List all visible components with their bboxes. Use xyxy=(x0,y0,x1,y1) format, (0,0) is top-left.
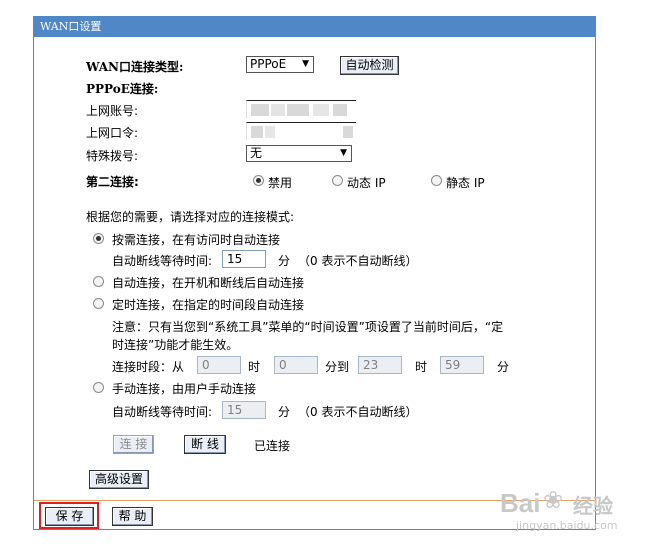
pppoe-section-label: PPPoE连接: xyxy=(86,82,159,96)
on-demand-label: 按需连接，在有访问时自动连接 xyxy=(112,233,281,247)
mode-prompt: 根据您的需要，请选择对应的连接模式: xyxy=(86,210,295,224)
period-label: 连接时段：从 xyxy=(112,360,185,374)
disconnect-button[interactable]: 断 线 xyxy=(184,435,226,454)
from-hour-input[interactable]: 0 xyxy=(197,356,241,374)
idle-time-unit-2: 分 xyxy=(278,405,291,419)
help-button[interactable]: 帮 助 xyxy=(112,507,153,526)
password-input[interactable] xyxy=(246,122,356,140)
from-min-input[interactable]: 0 xyxy=(274,356,318,374)
manual-connect-radio[interactable] xyxy=(93,382,104,393)
second-static-ip-radio[interactable] xyxy=(431,175,442,186)
to-hour-input[interactable]: 23 xyxy=(358,356,402,374)
idle-time-label-2: 自动断线等待时间: xyxy=(112,405,213,419)
connect-button[interactable]: 连 接 xyxy=(113,435,154,454)
paw-icon: ❀ xyxy=(543,486,564,514)
second-disabled-radio[interactable] xyxy=(253,175,264,186)
chevron-down-icon: ▼ xyxy=(302,59,309,69)
to-min-input[interactable]: 59 xyxy=(440,356,484,374)
timed-note-line2: 时连接”功能才能生效。 xyxy=(112,338,239,352)
second-connection-label: 第二连接: xyxy=(86,175,139,189)
to-hour-unit: 时 xyxy=(415,360,428,374)
timed-connect-label: 定时连接，在指定的时间段自动连接 xyxy=(112,298,305,312)
timed-connect-radio[interactable] xyxy=(93,298,104,309)
wan-type-label: WAN口连接类型: xyxy=(86,60,184,74)
auto-connect-label: 自动连接，在开机和断线后自动连接 xyxy=(112,276,305,290)
wan-type-value: PPPoE xyxy=(250,57,287,71)
second-dynamic-ip-label: 动态 IP xyxy=(347,176,386,190)
auto-detect-button[interactable]: 自动检测 xyxy=(340,56,399,75)
username-input[interactable] xyxy=(246,100,356,118)
watermark-brand: Bai xyxy=(500,488,541,518)
special-dial-label: 特殊拨号: xyxy=(86,149,139,163)
special-dial-value: 无 xyxy=(250,146,263,160)
panel-title: WAN口设置 xyxy=(34,17,595,37)
period-to-label: 分到 xyxy=(325,360,350,374)
auto-connect-radio[interactable] xyxy=(93,276,104,287)
wan-type-select[interactable]: PPPoE ▼ xyxy=(246,56,314,73)
watermark-url: jingyan.baidu.com xyxy=(516,519,618,532)
idle-time-note: （0 表示不自动断线） xyxy=(298,254,418,268)
watermark-brand-2: 经验 xyxy=(573,494,613,518)
special-dial-select[interactable]: 无 ▼ xyxy=(246,145,352,162)
idle-time-note-2: （0 表示不自动断线） xyxy=(298,405,418,419)
second-disabled-label: 禁用 xyxy=(268,176,293,190)
to-min-unit: 分 xyxy=(497,360,510,374)
timed-note-line1: 注意：只有当您到“系统工具”菜单的“时间设置”项设置了当前时间后，“定 xyxy=(112,320,504,334)
password-label: 上网口令: xyxy=(86,126,139,140)
idle-time-label: 自动断线等待时间: xyxy=(112,254,213,268)
manual-connect-label: 手动连接，由用户手动连接 xyxy=(112,382,257,396)
from-hour-unit: 时 xyxy=(248,360,261,374)
connection-status: 已连接 xyxy=(254,439,291,453)
advanced-settings-button[interactable]: 高级设置 xyxy=(89,470,149,489)
idle-time-input[interactable]: 15 xyxy=(222,250,266,268)
second-dynamic-ip-radio[interactable] xyxy=(332,175,343,186)
idle-time-input-2[interactable]: 15 xyxy=(222,401,266,419)
username-label: 上网账号: xyxy=(86,104,139,118)
idle-time-unit: 分 xyxy=(278,254,291,268)
second-static-ip-label: 静态 IP xyxy=(446,176,485,190)
save-button[interactable]: 保 存 xyxy=(45,507,94,526)
on-demand-radio[interactable] xyxy=(93,233,104,244)
chevron-down-icon: ▼ xyxy=(340,148,347,158)
